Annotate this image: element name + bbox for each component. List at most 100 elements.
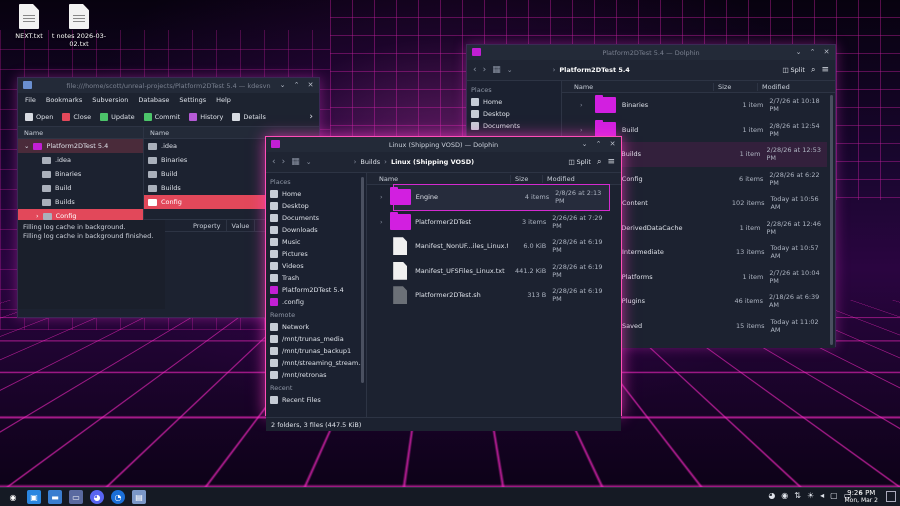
file-row[interactable]: › Binaries 1 item 2/7/26 at 10:18 PM	[562, 93, 827, 118]
menu-settings[interactable]: Settings	[179, 96, 206, 104]
chevron-right-icon[interactable]: ›	[562, 101, 583, 109]
start-menu-icon[interactable]: ◉	[6, 490, 20, 504]
history-button[interactable]: History	[189, 112, 223, 121]
chevron-right-icon[interactable]: ›	[562, 126, 583, 134]
dolphin-taskbar-icon[interactable]: ▬	[48, 490, 62, 504]
chevron-down-icon[interactable]: ⌄	[306, 158, 312, 166]
chevron-right-icon[interactable]: ›	[380, 218, 389, 226]
menu-database[interactable]: Database	[138, 96, 169, 104]
discord-tray-icon[interactable]: ◕	[768, 491, 775, 500]
column-name[interactable]: Name	[367, 175, 510, 183]
tree-column-header[interactable]: Name	[18, 127, 143, 139]
open-button[interactable]: Open	[25, 112, 53, 121]
steam-client-icon[interactable]: ◔	[111, 490, 125, 504]
remote-mount[interactable]: /mnt/trunas_backup1	[266, 345, 366, 357]
place-desktop[interactable]: Desktop	[266, 200, 366, 212]
file-row[interactable]: Manifest_NonUF...iles_Linux.txt 6.0 KiB 2/…	[393, 234, 609, 259]
file-row[interactable]: › Platformer2DTest 3 items 2/26/26 at 7:29 …	[380, 210, 609, 235]
value-column[interactable]: Value	[227, 220, 256, 231]
place-videos[interactable]: Videos	[266, 260, 366, 272]
place-config[interactable]: .config	[266, 296, 366, 308]
column-size[interactable]: Size	[713, 82, 757, 91]
remote-mount[interactable]: /mnt/trunas_media	[266, 333, 366, 345]
place-documents[interactable]: Documents	[467, 120, 561, 132]
place-downloads[interactable]: Downloads	[266, 224, 366, 236]
maximize-icon[interactable]: ⌃	[292, 80, 301, 90]
place-home[interactable]: Home	[467, 96, 561, 108]
search-icon[interactable]: ⌕	[811, 65, 815, 75]
breadcrumb-item-current[interactable]: Linux (Shipping VOSD)	[391, 158, 474, 166]
volume-icon[interactable]: ◂	[820, 491, 824, 500]
window-titlebar[interactable]: Linux (Shipping VOSD) — Dolphin ⌄ ⌃ ✕	[266, 137, 621, 152]
discover-icon[interactable]: ▣	[27, 490, 41, 504]
maximize-icon[interactable]: ⌃	[594, 139, 603, 149]
file-row[interactable]: Platformer2DTest.sh 313 B 2/28/26 at 6:19 …	[393, 283, 609, 308]
discord-icon[interactable]: ◕	[90, 490, 104, 504]
scrollbar[interactable]	[361, 177, 364, 383]
close-icon[interactable]: ✕	[608, 139, 617, 149]
dolphin-window-front[interactable]: Linux (Shipping VOSD) — Dolphin ⌄ ⌃ ✕ ‹ …	[265, 136, 622, 431]
menu-subversion[interactable]: Subversion	[92, 96, 128, 104]
minimize-icon[interactable]: ⌄	[278, 80, 287, 90]
show-desktop-icon[interactable]	[886, 491, 896, 502]
commit-button[interactable]: Commit	[143, 112, 180, 121]
kdesvn-taskbar-icon[interactable]: ▤	[132, 490, 146, 504]
minimize-icon[interactable]: ⌄	[794, 47, 803, 57]
place-trash[interactable]: Trash	[266, 272, 366, 284]
remote-network[interactable]: Network	[266, 321, 366, 333]
recent-files[interactable]: Recent Files	[266, 394, 366, 406]
clock[interactable]: 9:26 PM Mon, Mar 2	[844, 489, 878, 505]
close-button[interactable]: Close	[62, 112, 91, 121]
details-button[interactable]: Details	[232, 112, 266, 121]
toolbar-overflow-icon[interactable]: ›	[309, 112, 313, 122]
hamburger-menu-icon[interactable]: ≡	[607, 157, 615, 167]
maximize-icon[interactable]: ⌃	[808, 47, 817, 57]
place-music[interactable]: Music	[266, 236, 366, 248]
search-icon[interactable]: ⌕	[597, 157, 601, 167]
chevron-right-icon[interactable]: ›	[36, 212, 39, 220]
column-modified[interactable]: Modified	[542, 174, 575, 183]
chevron-down-icon[interactable]: ⌄	[507, 66, 513, 74]
close-icon[interactable]: ✕	[822, 47, 831, 57]
view-mode-icon[interactable]: ▦	[492, 65, 501, 75]
file-row[interactable]: › Engine 4 items 2/8/26 at 2:13 PM	[380, 184, 610, 211]
file-row[interactable]: Manifest_UFSFiles_Linux.txt 441.2 KiB 2/28…	[393, 259, 609, 284]
split-button[interactable]: ◫ Split	[782, 66, 805, 74]
place-desktop[interactable]: Desktop	[467, 108, 561, 120]
column-size[interactable]: Size	[510, 174, 542, 183]
repo-tree[interactable]: Name ⌄ Platform2DTest 5.4 .idea Binaries …	[18, 127, 144, 223]
clipboard-icon[interactable]: ▢	[830, 491, 838, 500]
chevron-down-icon[interactable]: ⌄	[24, 142, 29, 150]
brightness-icon[interactable]: ☀	[807, 491, 814, 500]
column-name[interactable]: Name	[562, 83, 713, 91]
menu-help[interactable]: Help	[216, 96, 231, 104]
window-titlebar[interactable]: file:///home/scott/unreal-projects/Platf…	[18, 78, 319, 93]
breadcrumb-item[interactable]: Builds	[360, 158, 380, 166]
tree-item[interactable]: Binaries	[18, 167, 143, 181]
update-button[interactable]: Update	[100, 112, 135, 121]
remote-mount[interactable]: /mnt/streaming_stream...	[266, 357, 366, 369]
tree-item[interactable]: .idea	[18, 153, 143, 167]
property-column[interactable]: Property	[165, 220, 227, 231]
window-titlebar[interactable]: Platform2DTest 5.4 — Dolphin ⌄ ⌃ ✕	[467, 45, 835, 60]
steam-tray-icon[interactable]: ◉	[781, 491, 788, 500]
tree-item[interactable]: Build	[18, 181, 143, 195]
back-icon[interactable]: ‹	[272, 157, 276, 167]
column-modified[interactable]: Modified	[757, 82, 790, 91]
close-icon[interactable]: ✕	[306, 80, 315, 90]
place-project[interactable]: Platform2DTest 5.4	[266, 284, 366, 296]
menu-bookmarks[interactable]: Bookmarks	[46, 96, 82, 104]
tree-item-root[interactable]: ⌄ Platform2DTest 5.4	[18, 139, 143, 153]
chevron-right-icon[interactable]: ›	[380, 193, 389, 201]
place-pictures[interactable]: Pictures	[266, 248, 366, 260]
scrollbar[interactable]	[830, 95, 833, 345]
hamburger-menu-icon[interactable]: ≡	[821, 65, 829, 75]
menu-file[interactable]: File	[25, 96, 36, 104]
breadcrumb-item[interactable]: Platform2DTest 5.4	[559, 66, 629, 74]
forward-icon[interactable]: ›	[282, 157, 286, 167]
tree-item[interactable]: Builds	[18, 195, 143, 209]
place-home[interactable]: Home	[266, 188, 366, 200]
minimize-icon[interactable]: ⌄	[580, 139, 589, 149]
file-view[interactable]: Name Size Modified › Engine 4 items 2/8/26 …	[367, 173, 621, 417]
remote-mount[interactable]: /mnt/retronas	[266, 369, 366, 381]
